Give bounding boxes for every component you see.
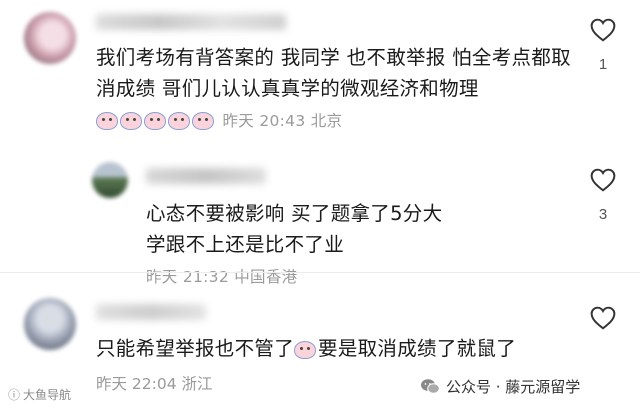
avatar[interactable] xyxy=(92,162,128,198)
emoji-icon xyxy=(168,112,190,130)
like-count: 1 xyxy=(598,56,608,73)
comment-time: 昨天 20:43 xyxy=(222,112,306,130)
like-count: 3 xyxy=(598,206,608,223)
watermark-source-text: 公众号 · 藤元源留学 xyxy=(446,378,581,396)
wechat-icon xyxy=(421,379,440,394)
comment-time: 昨天 22:04 xyxy=(96,375,177,393)
watermark-left: ⓘ 大鱼导航 xyxy=(8,386,71,403)
comment-body: 我们考场有背答案的 我同学 也不敢举报 怕全考点都取消成绩 哥们儿认认真真学的微… xyxy=(96,46,571,100)
comment-location: 浙江 xyxy=(181,375,213,393)
watermark-source: 公众号 · 藤元源留学 xyxy=(420,376,580,397)
username-blurred[interactable] xyxy=(96,14,286,30)
comment-body: 心态不要被影响 买了题拿了5分大学跟不上还是比不了业 xyxy=(146,202,443,256)
comment-body-part2: 要是取消成绩了就鼠了 xyxy=(318,337,517,360)
watermark-left-text: 大鱼导航 xyxy=(23,388,72,402)
like-button[interactable]: 3 xyxy=(588,168,618,223)
like-button[interactable] xyxy=(588,306,618,334)
watermark-logo-icon: ⓘ xyxy=(8,388,21,402)
heart-icon[interactable] xyxy=(590,168,616,192)
comment-text: 我们考场有背答案的 我同学 也不敢举报 怕全考点都取消成绩 哥们儿认认真真学的微… xyxy=(96,42,576,139)
username-blurred[interactable] xyxy=(96,304,206,320)
like-button[interactable]: 1 xyxy=(588,18,618,73)
avatar[interactable] xyxy=(24,298,76,350)
divider xyxy=(0,272,640,273)
emoji-icon xyxy=(192,112,214,130)
emoji-icon xyxy=(294,341,317,359)
avatar[interactable] xyxy=(24,12,76,64)
comment-body-part1: 只能希望举报也不管了 xyxy=(96,337,295,360)
emoji-group xyxy=(96,108,216,139)
emoji-icon xyxy=(144,112,166,130)
username-blurred[interactable] xyxy=(146,168,266,184)
heart-icon[interactable] xyxy=(590,306,616,330)
comment-text: 心态不要被影响 买了题拿了5分大学跟不上还是比不了业 昨天 21:32 中国香港 xyxy=(146,198,456,293)
emoji-group xyxy=(294,337,318,368)
heart-icon[interactable] xyxy=(590,18,616,42)
emoji-icon xyxy=(96,112,118,130)
comment-location: 北京 xyxy=(310,112,343,130)
comment-meta: 昨天 22:04 浙江 xyxy=(96,372,213,394)
comment-time: 昨天 21:32 xyxy=(146,268,229,286)
comment-meta: 昨天 21:32 中国香港 xyxy=(146,268,297,286)
comment-meta: 昨天 20:43 北京 xyxy=(223,112,343,130)
comment-location: 中国香港 xyxy=(234,268,298,286)
comment-text: 只能希望举报也不管了 要是取消成绩了就鼠了 xyxy=(96,333,576,368)
emoji-icon xyxy=(120,112,142,130)
